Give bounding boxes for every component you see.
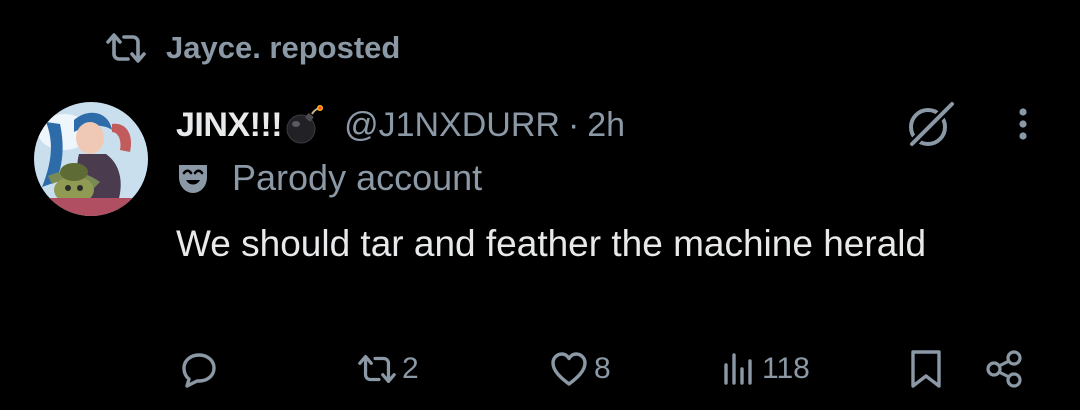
heart-icon xyxy=(551,352,587,386)
repost-indicator-text: Jayce. reposted xyxy=(166,30,401,65)
parody-label-text: Parody account xyxy=(232,157,483,198)
bomb-emoji-icon xyxy=(286,105,324,144)
bookmark-icon xyxy=(911,350,941,388)
avatar[interactable] xyxy=(34,102,148,216)
post-text: We should tar and feather the machine he… xyxy=(176,223,927,264)
author-handle[interactable]: @J1NXDURR xyxy=(344,106,560,145)
author-display-name[interactable]: JINX!!! xyxy=(176,106,283,145)
grok-icon[interactable] xyxy=(900,94,960,154)
views-icon xyxy=(724,353,752,385)
like-button[interactable]: 8 xyxy=(548,344,611,394)
repost-icon xyxy=(106,33,146,63)
share-button[interactable] xyxy=(984,344,1026,394)
timestamp-separator: · xyxy=(567,105,580,144)
reply-icon xyxy=(182,353,216,388)
repost-count: 2 xyxy=(402,352,419,385)
jinx-avatar-image xyxy=(34,102,148,216)
like-count: 8 xyxy=(594,352,611,385)
views-button[interactable]: 118 xyxy=(722,344,810,394)
parody-mask-icon xyxy=(179,165,207,193)
post-timestamp[interactable]: 2h xyxy=(587,106,625,145)
post-actions: 2 8 118 xyxy=(0,344,1080,394)
reply-button[interactable] xyxy=(178,344,224,394)
repost-icon xyxy=(358,354,396,384)
views-count: 118 xyxy=(762,352,810,385)
parody-label: Parody account xyxy=(176,156,482,200)
share-icon xyxy=(986,350,1022,388)
repost-button[interactable]: 2 xyxy=(356,344,419,394)
bookmark-button[interactable] xyxy=(908,344,944,394)
post-header: JINX!!! @J1NXDURR · 2h xyxy=(176,100,625,150)
repost-indicator[interactable]: Jayce. reposted xyxy=(104,28,400,68)
more-options-icon[interactable] xyxy=(1005,104,1041,144)
